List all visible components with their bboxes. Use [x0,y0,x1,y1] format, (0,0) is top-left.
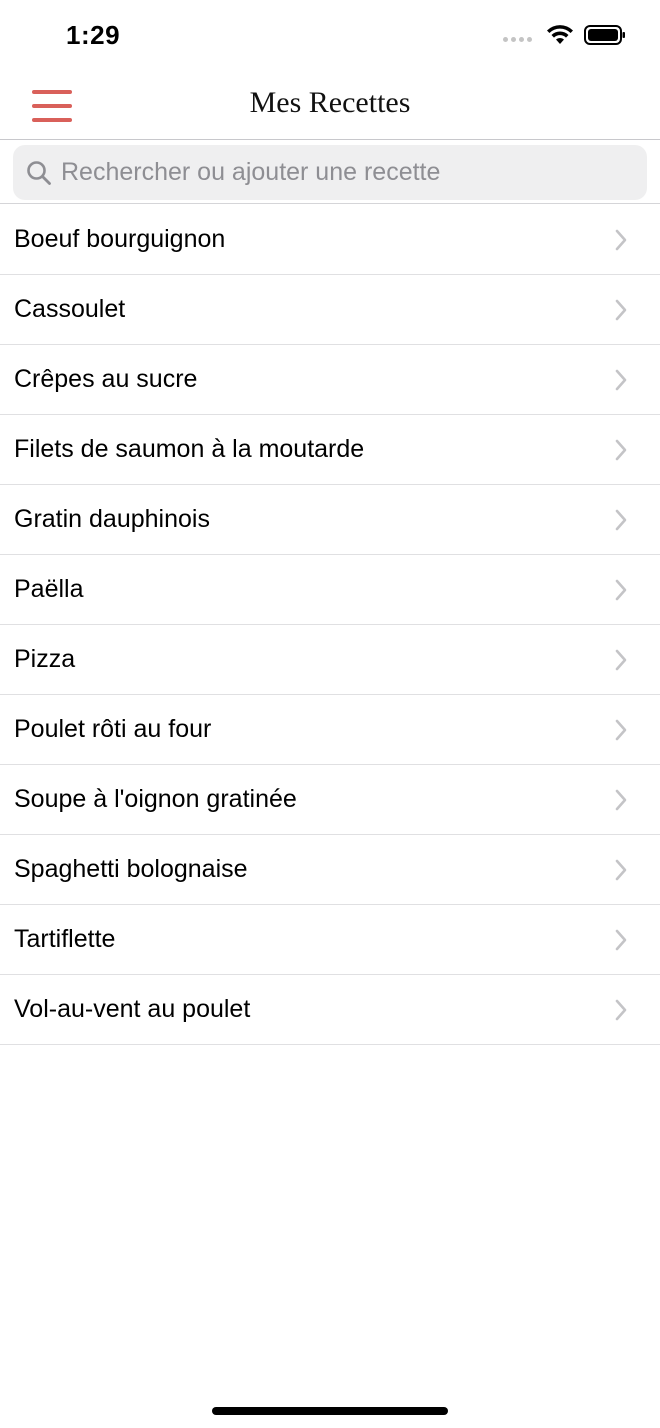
list-item[interactable]: Vol-au-vent au poulet [0,975,660,1045]
chevron-right-icon [615,369,627,391]
status-time: 1:29 [66,20,121,50]
recipe-name: Paëlla [14,575,84,603]
search-bar [0,141,660,204]
recipe-list: Boeuf bourguignon Cassoulet Crêpes au sucr… [0,205,660,1045]
recipe-name: Cassoulet [14,295,126,323]
recipe-name: Gratin dauphinois [14,505,210,533]
recipe-name: Soupe à l'oignon gratinée [14,785,297,813]
search-input[interactable] [61,152,621,193]
recipe-name: Crêpes au sucre [14,365,198,393]
status-icons [503,24,626,46]
battery-icon [584,25,625,45]
recipe-name: Vol-au-vent au poulet [14,995,251,1023]
recipe-name: Boeuf bourguignon [14,225,226,253]
list-item[interactable]: Pizza [0,625,660,695]
recipe-name: Filets de saumon à la moutarde [14,435,365,463]
chevron-right-icon [615,929,627,951]
list-item[interactable]: Spaghetti bolognaise [0,835,660,905]
home-indicator[interactable] [212,1407,448,1415]
chevron-right-icon [615,649,627,671]
cellular-signal-icon [503,29,532,42]
chevron-right-icon [615,439,627,461]
chevron-right-icon [615,719,627,741]
chevron-right-icon [615,509,627,531]
list-item[interactable]: Tartiflette [0,905,660,975]
chevron-right-icon [615,999,627,1021]
list-item[interactable]: Filets de saumon à la moutarde [0,415,660,485]
recipe-name: Tartiflette [14,925,116,953]
recipe-name: Pizza [14,645,76,673]
list-item[interactable]: Poulet rôti au four [0,695,660,765]
search-icon [25,159,53,187]
navigation-bar: Mes Recettes [0,72,660,140]
list-item[interactable]: Soupe à l'oignon gratinée [0,765,660,835]
chevron-right-icon [615,859,627,881]
search-field-container[interactable] [13,145,647,200]
recipe-name: Poulet rôti au four [14,715,212,743]
chevron-right-icon [615,579,627,601]
list-item[interactable]: Paëlla [0,555,660,625]
chevron-right-icon [615,299,627,321]
recipe-name: Spaghetti bolognaise [14,855,248,883]
chevron-right-icon [615,789,627,811]
list-item[interactable]: Boeuf bourguignon [0,205,660,275]
chevron-right-icon [615,229,627,251]
list-item[interactable]: Cassoulet [0,275,660,345]
list-item[interactable]: Crêpes au sucre [0,345,660,415]
page-title: Mes Recettes [249,86,411,119]
status-bar: 1:29 [0,0,660,72]
wifi-icon [547,25,573,44]
list-item[interactable]: Gratin dauphinois [0,485,660,555]
